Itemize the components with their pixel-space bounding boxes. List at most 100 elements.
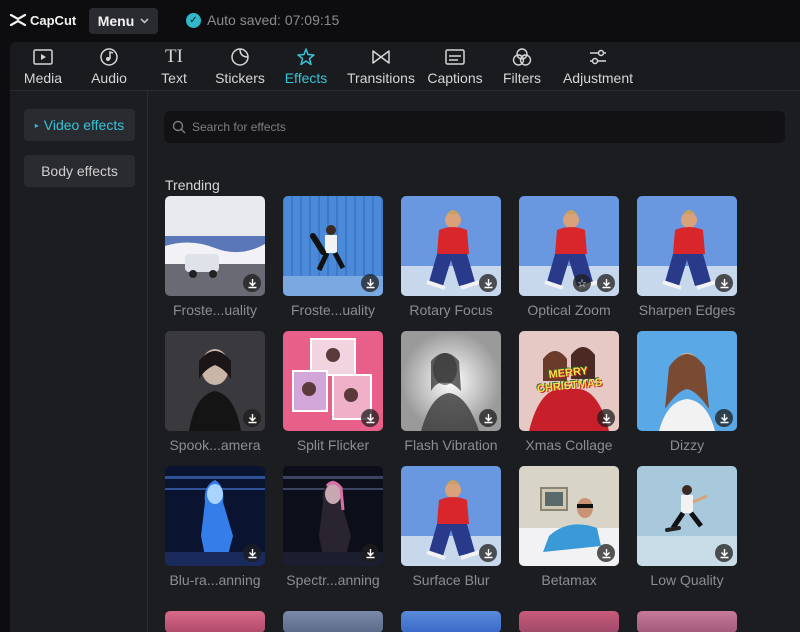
download-icon[interactable] [243, 544, 261, 562]
effect-card[interactable]: ☆ Optical Zoom [519, 196, 619, 318]
effect-thumbnail[interactable] [401, 196, 501, 296]
effect-name: Blu-ra...anning [169, 572, 261, 588]
effect-name: Split Flicker [296, 437, 370, 453]
download-icon[interactable] [243, 409, 261, 427]
text-icon: TI [165, 46, 183, 67]
effect-thumbnail[interactable] [637, 466, 737, 566]
tab-media[interactable]: Media [14, 42, 72, 91]
effect-card[interactable]: Flash Vibration [401, 331, 501, 453]
search-icon [172, 120, 186, 134]
effect-card[interactable]: Low Quality [637, 466, 737, 588]
effect-thumbnail[interactable] [519, 466, 619, 566]
download-icon[interactable] [243, 274, 261, 292]
filters-icon [510, 46, 534, 68]
menu-button[interactable]: Menu [89, 8, 158, 34]
effect-card-partial[interactable] [283, 611, 383, 632]
tab-transitions[interactable]: Transitions [344, 42, 418, 91]
autosave-status: ✓ Auto saved: 07:09:15 [186, 12, 339, 28]
autosave-text: Auto saved: 07:09:15 [207, 12, 340, 28]
tab-captions[interactable]: Captions [424, 42, 486, 91]
section-title-trending: Trending [165, 177, 220, 193]
capcut-logo-icon [10, 13, 26, 27]
effect-card-partial[interactable] [519, 611, 619, 632]
effect-card[interactable]: Spectr...anning [283, 466, 383, 588]
search-bar[interactable] [164, 111, 785, 143]
effects-icon [294, 46, 318, 68]
effect-thumbnail[interactable] [637, 196, 737, 296]
effect-thumbnail[interactable] [283, 196, 383, 296]
download-icon[interactable] [479, 544, 497, 562]
effect-thumbnail[interactable] [637, 331, 737, 431]
effect-thumbnail[interactable] [283, 331, 383, 431]
effect-card[interactable]: Surface Blur [401, 466, 501, 588]
download-icon[interactable] [597, 544, 615, 562]
tab-filters[interactable]: Filters [498, 42, 546, 91]
menu-label: Menu [97, 13, 135, 29]
captions-icon [443, 46, 467, 68]
media-icon [31, 46, 55, 68]
download-icon[interactable] [715, 274, 733, 292]
download-icon[interactable] [479, 409, 497, 427]
effect-name: Sharpen Edges [638, 302, 736, 318]
star-icon[interactable]: ☆ [573, 274, 591, 292]
effect-thumbnail[interactable] [401, 466, 501, 566]
effect-card[interactable]: Dizzy [637, 331, 737, 453]
effect-card[interactable]: Froste...uality [283, 196, 383, 318]
adjustment-icon [586, 46, 610, 68]
caret-right-icon: ▸ [34, 120, 39, 130]
effect-card[interactable]: Blu-ra...anning [165, 466, 265, 588]
download-icon[interactable] [715, 544, 733, 562]
tab-stickers[interactable]: Stickers [210, 42, 270, 91]
effect-thumbnail[interactable]: MERRY CHRISTMAS [519, 331, 619, 431]
download-icon[interactable] [597, 274, 615, 292]
download-icon[interactable] [361, 544, 379, 562]
search-input[interactable] [192, 120, 752, 134]
effect-card[interactable]: MERRY CHRISTMAS Xmas Collage [519, 331, 619, 453]
effect-card[interactable]: Rotary Focus [401, 196, 501, 318]
effect-card-partial[interactable] [637, 611, 737, 632]
tab-effects[interactable]: Effects [280, 42, 332, 91]
effect-name: Surface Blur [412, 572, 490, 588]
audio-icon [97, 46, 121, 68]
effect-thumbnail[interactable] [165, 196, 265, 296]
check-icon: ✓ [186, 12, 201, 28]
effect-name: Froste...uality [172, 302, 258, 318]
tab-bar: Media Audio TI Text Stickers Effects Tra… [10, 42, 800, 91]
effect-name: Rotary Focus [409, 302, 493, 318]
effect-card[interactable]: Betamax [519, 466, 619, 588]
title-bar: CapCut Menu ✓ Auto saved: 07:09:15 [0, 0, 800, 42]
effect-thumbnail[interactable] [283, 466, 383, 566]
effect-thumbnail[interactable] [401, 331, 501, 431]
tab-adjustment[interactable]: Adjustment [558, 42, 638, 91]
chevron-down-icon [140, 18, 149, 24]
download-icon[interactable] [361, 409, 379, 427]
effects-sidebar: ▸ Video effects Body effects [10, 91, 148, 632]
effect-name: Froste...uality [290, 302, 376, 318]
download-icon[interactable] [597, 409, 615, 427]
effect-thumbnail[interactable]: ☆ [519, 196, 619, 296]
download-icon[interactable] [479, 274, 497, 292]
effect-name: Optical Zoom [527, 302, 611, 318]
tab-text[interactable]: TI Text [152, 42, 196, 91]
effect-card[interactable]: Split Flicker [283, 331, 383, 453]
effect-card[interactable]: Sharpen Edges [637, 196, 737, 318]
stickers-icon [228, 46, 252, 68]
effect-thumbnail[interactable] [165, 331, 265, 431]
sidebar-item-video-effects[interactable]: ▸ Video effects [24, 109, 135, 141]
effect-name: Spectr...anning [286, 572, 380, 588]
effect-card[interactable]: Froste...uality [165, 196, 265, 318]
effect-name: Xmas Collage [525, 437, 613, 453]
transitions-icon [369, 46, 393, 68]
effect-thumbnail[interactable] [165, 466, 265, 566]
download-icon[interactable] [361, 274, 379, 292]
effect-card-partial[interactable] [401, 611, 501, 632]
effect-name: Flash Vibration [404, 437, 498, 453]
tab-audio[interactable]: Audio [82, 42, 136, 91]
effect-card-partial[interactable] [165, 611, 265, 632]
effect-name: Dizzy [669, 437, 705, 453]
effect-card[interactable]: Spook...amera [165, 331, 265, 453]
capcut-logo: CapCut [10, 10, 76, 30]
effect-name: Betamax [541, 572, 597, 588]
download-icon[interactable] [715, 409, 733, 427]
sidebar-item-body-effects[interactable]: Body effects [24, 155, 135, 187]
